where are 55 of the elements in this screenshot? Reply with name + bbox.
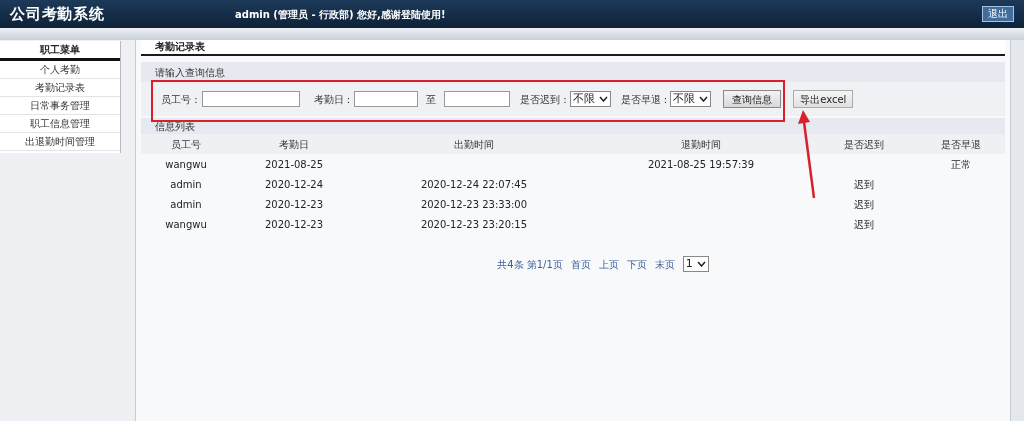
filter-label: 员工号 :: [161, 92, 198, 107]
caret-icon: [598, 96, 608, 102]
table-cell-text: 2020-12-23: [264, 217, 324, 232]
date-field[interactable]: [444, 91, 511, 107]
sidebar-item[interactable]: 考勤记录表: [0, 79, 120, 97]
column-header: 员工号: [170, 137, 202, 152]
sidebar-item[interactable]: 个人考勤: [0, 61, 120, 79]
table-cell-text: 迟到: [853, 217, 874, 232]
column-header: 出勤时间: [453, 137, 495, 152]
range-separator: 至: [426, 92, 437, 107]
page-select[interactable]: 1: [682, 256, 709, 272]
table-cell-text: 2020-12-23 23:20:15: [420, 217, 528, 232]
section-heading: 信息列表: [155, 119, 195, 134]
logout-button[interactable]: 退出: [982, 6, 1014, 22]
sidebar-item[interactable]: 日常事务管理: [0, 97, 120, 115]
sidebar-heading: 职工菜单: [40, 43, 80, 57]
query-button[interactable]: 查询信息: [723, 90, 782, 108]
greeting-text: admin (管理员 - 行政部) 您好,感谢登陆使用!: [235, 7, 447, 22]
panel-title: 考勤记录表: [155, 40, 205, 54]
date-field[interactable]: [354, 91, 419, 107]
column-header: 是否早退: [940, 137, 982, 152]
table-cell-text: 2020-12-24: [264, 177, 324, 192]
pagination-summary: 共4条 第1/1页: [497, 257, 563, 272]
caret-icon: [699, 96, 709, 102]
pagination-link[interactable]: 下页: [626, 256, 647, 272]
filter-select[interactable]: 不限: [569, 91, 611, 107]
sidebar-item[interactable]: 出退勤时间管理: [0, 133, 120, 151]
sidebar-item[interactable]: 职工信息管理: [0, 115, 120, 133]
table-cell-text: 2020-12-23: [264, 197, 324, 212]
table-cell-text: admin: [170, 197, 202, 212]
input-field[interactable]: [201, 91, 300, 107]
filter-select[interactable]: 不限: [670, 91, 712, 107]
filter-label: 考勤日 :: [313, 92, 351, 107]
table-cell-text: 迟到: [853, 197, 874, 212]
column-header: 退勤时间: [680, 137, 722, 152]
table-cell-text: 2021-08-25: [264, 157, 324, 172]
table-cell-text: 2020-12-23 23:33:00: [420, 197, 528, 212]
pagination-link[interactable]: 上页: [598, 256, 619, 272]
caret-icon: [696, 261, 706, 267]
filter-label: 是否迟到 :: [520, 92, 567, 107]
column-header: 是否迟到: [842, 137, 885, 152]
table-cell-text: 2021-08-25 19:57:39: [647, 157, 755, 172]
app-title: 公司考勤系统: [10, 3, 106, 25]
pagination-link[interactable]: 首页: [570, 256, 591, 272]
table-cell-text: wangwu: [165, 157, 207, 172]
filter-label: 是否早退 :: [620, 92, 668, 107]
table-cell-text: wangwu: [165, 217, 207, 232]
table-cell-text: admin: [170, 177, 202, 192]
section-heading: 请输入查询信息: [155, 65, 225, 80]
table-cell-text: 2020-12-24 22:07:45: [420, 177, 528, 192]
pagination-link[interactable]: 末页: [654, 256, 675, 272]
table-cell-text: 迟到: [853, 177, 874, 192]
table-cell-text: 正常: [951, 157, 971, 172]
column-header: 考勤日: [278, 137, 310, 152]
export-button[interactable]: 导出excel: [793, 90, 854, 108]
